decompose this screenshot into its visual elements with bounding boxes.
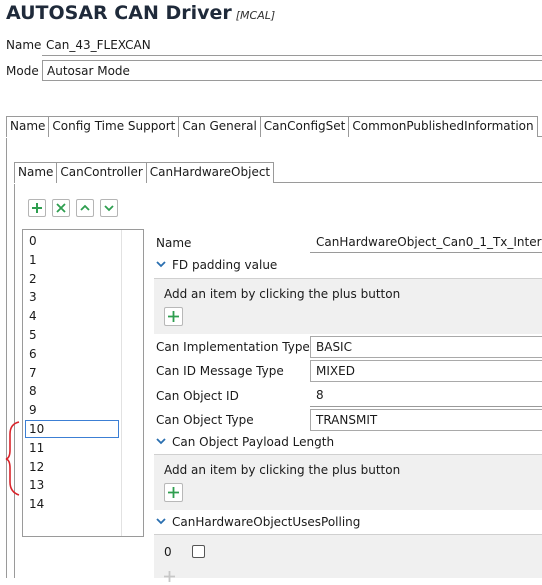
impl-type-select[interactable]: BASIC <box>310 336 542 358</box>
polling-index: 0 <box>164 545 172 559</box>
list-item[interactable]: 12 <box>25 458 119 476</box>
list-item[interactable]: 14 <box>25 495 119 513</box>
list-item[interactable]: 3 <box>25 288 119 306</box>
list-item[interactable]: 9 <box>25 401 119 419</box>
obj-type-select[interactable]: TRANSMIT <box>310 409 542 431</box>
polling-add-button[interactable] <box>164 571 175 585</box>
add-button[interactable] <box>28 199 46 217</box>
obj-id-field[interactable]: 8 <box>310 385 542 407</box>
title-text: AUTOSAR CAN Driver <box>6 2 232 24</box>
page-title: AUTOSAR CAN Driver [MCAL] <box>6 2 275 24</box>
list-item[interactable]: 11 <box>25 439 119 457</box>
fd-padding-panel: Add an item by clicking the plus button <box>154 278 542 334</box>
fd-padding-hint: Add an item by clicking the plus button <box>164 287 401 301</box>
polling-label: CanHardwareObjectUsesPolling <box>172 515 361 529</box>
payload-label: Can Object Payload Length <box>172 435 335 449</box>
down-icon <box>104 205 114 212</box>
fd-padding-section[interactable]: FD padding value <box>156 258 277 272</box>
remove-icon <box>56 203 66 213</box>
list-item[interactable]: 13 <box>25 476 119 494</box>
plus-icon <box>168 487 179 498</box>
name-label: Name <box>6 38 42 52</box>
polling-panel: 0 <box>154 534 542 582</box>
main-tabs: Name Config Time Support Can General CanCon… <box>6 116 542 137</box>
list-item[interactable]: 7 <box>25 364 119 382</box>
list-item[interactable]: 10 <box>25 420 119 438</box>
list-column-divider <box>121 230 122 536</box>
list-item[interactable]: 2 <box>25 270 119 288</box>
sub-tab-canhardwareobject[interactable]: CanHardwareObject <box>145 162 275 183</box>
plus-icon <box>164 571 175 582</box>
payload-panel: Add an item by clicking the plus button <box>154 454 542 510</box>
impl-type-label: Can Implementation Type <box>156 340 310 354</box>
plus-icon <box>168 311 179 322</box>
payload-section[interactable]: Can Object Payload Length <box>156 435 334 449</box>
payload-hint: Add an item by clicking the plus button <box>164 463 401 477</box>
sub-panel-border <box>14 184 15 578</box>
payload-add-button[interactable] <box>164 483 183 502</box>
id-msg-type-label: Can ID Message Type <box>156 364 284 378</box>
hardware-object-list[interactable]: 0 1 2 3 4 5 6 7 8 9 10 11 12 13 14 <box>22 229 144 537</box>
detail-name-label: Name <box>156 236 192 250</box>
id-msg-type-select[interactable]: MIXED <box>310 360 542 382</box>
list-item[interactable]: 8 <box>25 382 119 400</box>
remove-button[interactable] <box>52 199 70 217</box>
obj-id-label: Can Object ID <box>156 389 239 403</box>
main-tab-canconfigset[interactable]: CanConfigSet <box>259 116 350 137</box>
list-item[interactable]: 4 <box>25 307 119 325</box>
list-item[interactable]: 0 <box>25 232 119 250</box>
main-tab-config-time-support[interactable]: Config Time Support <box>48 116 180 137</box>
fd-padding-add-button[interactable] <box>164 307 183 326</box>
chevron-down-icon <box>156 261 166 268</box>
main-tab-name[interactable]: Name <box>6 116 50 137</box>
red-bracket-annotation <box>5 421 20 496</box>
list-item[interactable]: 6 <box>25 345 119 363</box>
sub-tabs: Name CanController CanHardwareObject <box>14 162 542 183</box>
list-item[interactable]: 1 <box>25 251 119 269</box>
fd-padding-label: FD padding value <box>172 258 278 272</box>
move-up-button[interactable] <box>76 199 94 217</box>
sub-tab-cancontroller[interactable]: CanController <box>56 162 147 183</box>
main-panel-border <box>6 138 7 578</box>
title-subtitle: [MCAL] <box>235 9 276 22</box>
list-toolbar <box>28 199 118 217</box>
sub-tab-name[interactable]: Name <box>14 162 58 183</box>
main-tab-commonpublishedinformation[interactable]: CommonPublishedInformation <box>348 116 538 137</box>
name-field[interactable]: Can_43_FLEXCAN <box>42 36 542 56</box>
polling-checkbox[interactable] <box>192 545 205 558</box>
main-tab-can-general[interactable]: Can General <box>178 116 261 137</box>
add-icon <box>32 203 42 213</box>
move-down-button[interactable] <box>100 199 118 217</box>
mode-label: Mode <box>6 64 39 78</box>
chevron-down-icon <box>156 518 166 525</box>
polling-section[interactable]: CanHardwareObjectUsesPolling <box>156 515 360 529</box>
obj-type-label: Can Object Type <box>156 413 254 427</box>
detail-name-field[interactable]: CanHardwareObject_Can0_1_Tx_Interrupt <box>310 233 542 253</box>
chevron-down-icon <box>156 438 166 445</box>
mode-select[interactable]: Autosar Mode <box>42 60 542 81</box>
up-icon <box>80 204 90 211</box>
main-tab-bar: Name Config Time Support Can General CanCon… <box>6 116 542 138</box>
sub-tab-bar: Name CanController CanHardwareObject <box>14 162 542 184</box>
list-item[interactable]: 5 <box>25 326 119 344</box>
